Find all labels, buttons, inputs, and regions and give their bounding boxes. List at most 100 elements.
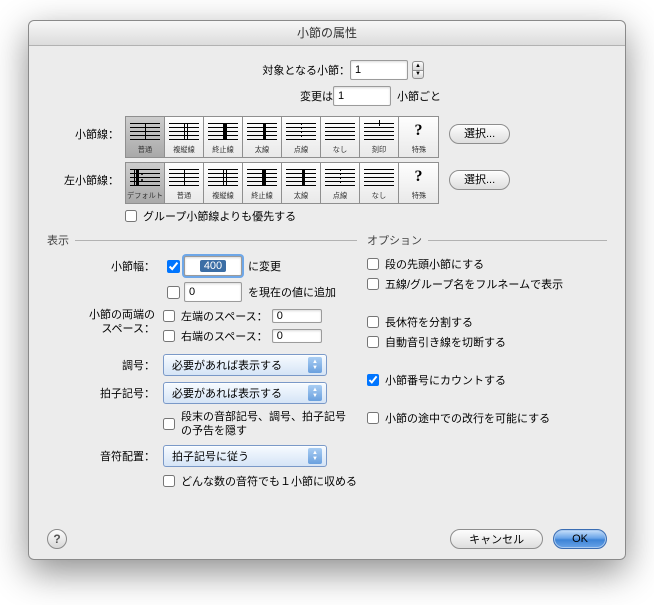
stepper-up-icon[interactable]: ▲ — [412, 61, 424, 70]
left-space-input[interactable] — [272, 309, 322, 323]
barline-style-デフォルト[interactable]: デフォルト — [126, 163, 165, 203]
right-space-checkbox[interactable] — [163, 330, 175, 342]
barline-style-終止線[interactable]: 終止線 — [204, 117, 243, 157]
barline-glyph-icon — [208, 166, 238, 188]
left-space-checkbox[interactable] — [163, 310, 175, 322]
width-add-checkbox[interactable] — [167, 286, 180, 299]
cancel-button[interactable]: キャンセル — [450, 529, 543, 549]
count-measure-checkbox[interactable] — [367, 374, 379, 386]
left-barline-label: 左小節線： — [47, 162, 125, 188]
count-measure-label: 小節番号にカウントする — [385, 372, 506, 388]
left-barline-select-button[interactable]: 選択... — [449, 170, 510, 190]
target-measure-label: 対象となる小節： — [230, 62, 350, 78]
barline-style-picker[interactable]: 普通 複縦線 終止線 太線 点線 なし刻印?特殊 — [125, 116, 439, 158]
barline-style-caption: 終止線 — [251, 191, 273, 201]
barline-style-終止線[interactable]: 終止線 — [243, 163, 282, 203]
width-change-checkbox[interactable] — [167, 260, 180, 273]
fit-one-measure-checkbox[interactable] — [163, 475, 175, 487]
width-change-input[interactable]: 400 — [184, 256, 242, 276]
override-group-label: グループ小節線よりも優先する — [143, 208, 296, 224]
barline-glyph-icon — [130, 166, 160, 188]
barline-style-なし[interactable]: なし — [321, 117, 360, 157]
override-group-checkbox[interactable] — [125, 210, 137, 222]
barline-style-太線[interactable]: 太線 — [282, 163, 321, 203]
barline-style-普通[interactable]: 普通 — [165, 163, 204, 203]
begin-staff-label: 段の先頭小節にする — [385, 256, 484, 272]
help-button[interactable]: ? — [47, 529, 67, 549]
barline-style-caption: 複縦線 — [173, 145, 195, 155]
barline-glyph-icon — [247, 120, 277, 142]
width-change-suffix: に変更 — [248, 258, 281, 274]
barline-glyph-icon: ? — [404, 166, 434, 188]
divider — [75, 240, 357, 241]
target-measure-input[interactable] — [350, 60, 408, 80]
barline-glyph-icon — [325, 120, 355, 142]
barline-style-点線[interactable]: 点線 — [321, 163, 360, 203]
options-section-header: オプション — [367, 232, 422, 248]
measure-width-label: 小節幅： — [47, 258, 163, 274]
timesig-select-value: 必要があれば表示する — [172, 385, 282, 401]
barline-style-複縦線[interactable]: 複縦線 — [204, 163, 243, 203]
dialog-title: 小節の属性 — [29, 21, 625, 46]
barline-style-刻印[interactable]: 刻印 — [360, 117, 399, 157]
barline-glyph-icon — [286, 120, 316, 142]
change-every-unit: 小節ごと — [397, 88, 441, 104]
display-section-header: 表示 — [47, 232, 69, 248]
change-every-label: 変更は — [213, 88, 333, 104]
break-ties-label: 自動音引き線を切断する — [385, 334, 506, 350]
barline-style-なし[interactable]: なし — [360, 163, 399, 203]
barline-style-点線[interactable]: 点線 — [282, 117, 321, 157]
barline-glyph-icon — [169, 166, 199, 188]
allow-break-label: 小節の途中での改行を可能にする — [385, 410, 550, 426]
timesig-select[interactable]: 必要があれば表示する ▲▼ — [163, 382, 327, 404]
barline-style-普通[interactable]: 普通 — [126, 117, 165, 157]
target-measure-stepper[interactable]: ▲ ▼ — [412, 61, 424, 79]
hide-cautionary-label: 段末の音部記号、調号、拍子記号の予告を隠す — [181, 410, 353, 439]
barline-glyph-icon — [364, 120, 394, 142]
barline-glyph-icon — [325, 166, 355, 188]
hide-cautionary-checkbox[interactable] — [163, 418, 175, 430]
ok-button[interactable]: OK — [553, 529, 607, 549]
right-space-label: 右端のスペース： — [181, 328, 268, 344]
divider — [428, 240, 607, 241]
select-arrows-icon: ▲▼ — [308, 357, 322, 373]
barline-style-特殊[interactable]: ? 特殊 — [399, 163, 438, 203]
stepper-down-icon[interactable]: ▼ — [412, 70, 424, 80]
width-add-suffix: を現在の値に追加 — [248, 284, 336, 300]
note-placement-select-value: 拍子記号に従う — [172, 448, 249, 464]
barline-style-caption: なし — [372, 191, 386, 201]
barline-style-caption: 普通 — [138, 145, 152, 155]
select-arrows-icon: ▲▼ — [308, 385, 322, 401]
barline-glyph-icon — [169, 120, 199, 142]
keysig-select[interactable]: 必要があれば表示する ▲▼ — [163, 354, 327, 376]
barline-select-button[interactable]: 選択... — [449, 124, 510, 144]
barline-glyph-icon — [208, 120, 238, 142]
barline-style-caption: 点線 — [294, 145, 308, 155]
split-rest-label: 長休符を分割する — [385, 314, 473, 330]
barline-style-複縦線[interactable]: 複縦線 — [165, 117, 204, 157]
note-placement-select[interactable]: 拍子記号に従う ▲▼ — [163, 445, 327, 467]
barline-style-caption: 普通 — [177, 191, 191, 201]
full-names-checkbox[interactable] — [367, 278, 379, 290]
barline-style-caption: 特殊 — [411, 145, 425, 155]
barline-style-caption: 複縦線 — [212, 191, 234, 201]
barline-style-特殊[interactable]: ?特殊 — [399, 117, 438, 157]
right-space-input[interactable] — [272, 329, 322, 343]
full-names-label: 五線/グループ名をフルネームで表示 — [385, 276, 563, 292]
break-ties-checkbox[interactable] — [367, 336, 379, 348]
left-barline-style-picker[interactable]: デフォルト普通 複縦線 終止線太線点線 なし? 特殊 — [125, 162, 439, 204]
barline-style-太線[interactable]: 太線 — [243, 117, 282, 157]
timesig-label: 拍子記号： — [47, 385, 163, 401]
barline-style-caption: 終止線 — [212, 145, 234, 155]
measure-attributes-dialog: 小節の属性 対象となる小節： ▲ ▼ 変更は 小節ごと 小節線： 普通複縦線終止… — [28, 20, 626, 560]
allow-break-checkbox[interactable] — [367, 412, 379, 424]
edge-spacing-label-2: スペース： — [101, 323, 155, 335]
begin-staff-checkbox[interactable] — [367, 258, 379, 270]
barline-style-caption: 太線 — [255, 145, 269, 155]
split-rest-checkbox[interactable] — [367, 316, 379, 328]
width-add-input[interactable] — [184, 282, 242, 302]
change-every-input[interactable] — [333, 86, 391, 106]
barline-label: 小節線： — [47, 116, 125, 142]
barline-style-caption: 点線 — [333, 191, 347, 201]
barline-style-caption: 特殊 — [411, 191, 425, 201]
